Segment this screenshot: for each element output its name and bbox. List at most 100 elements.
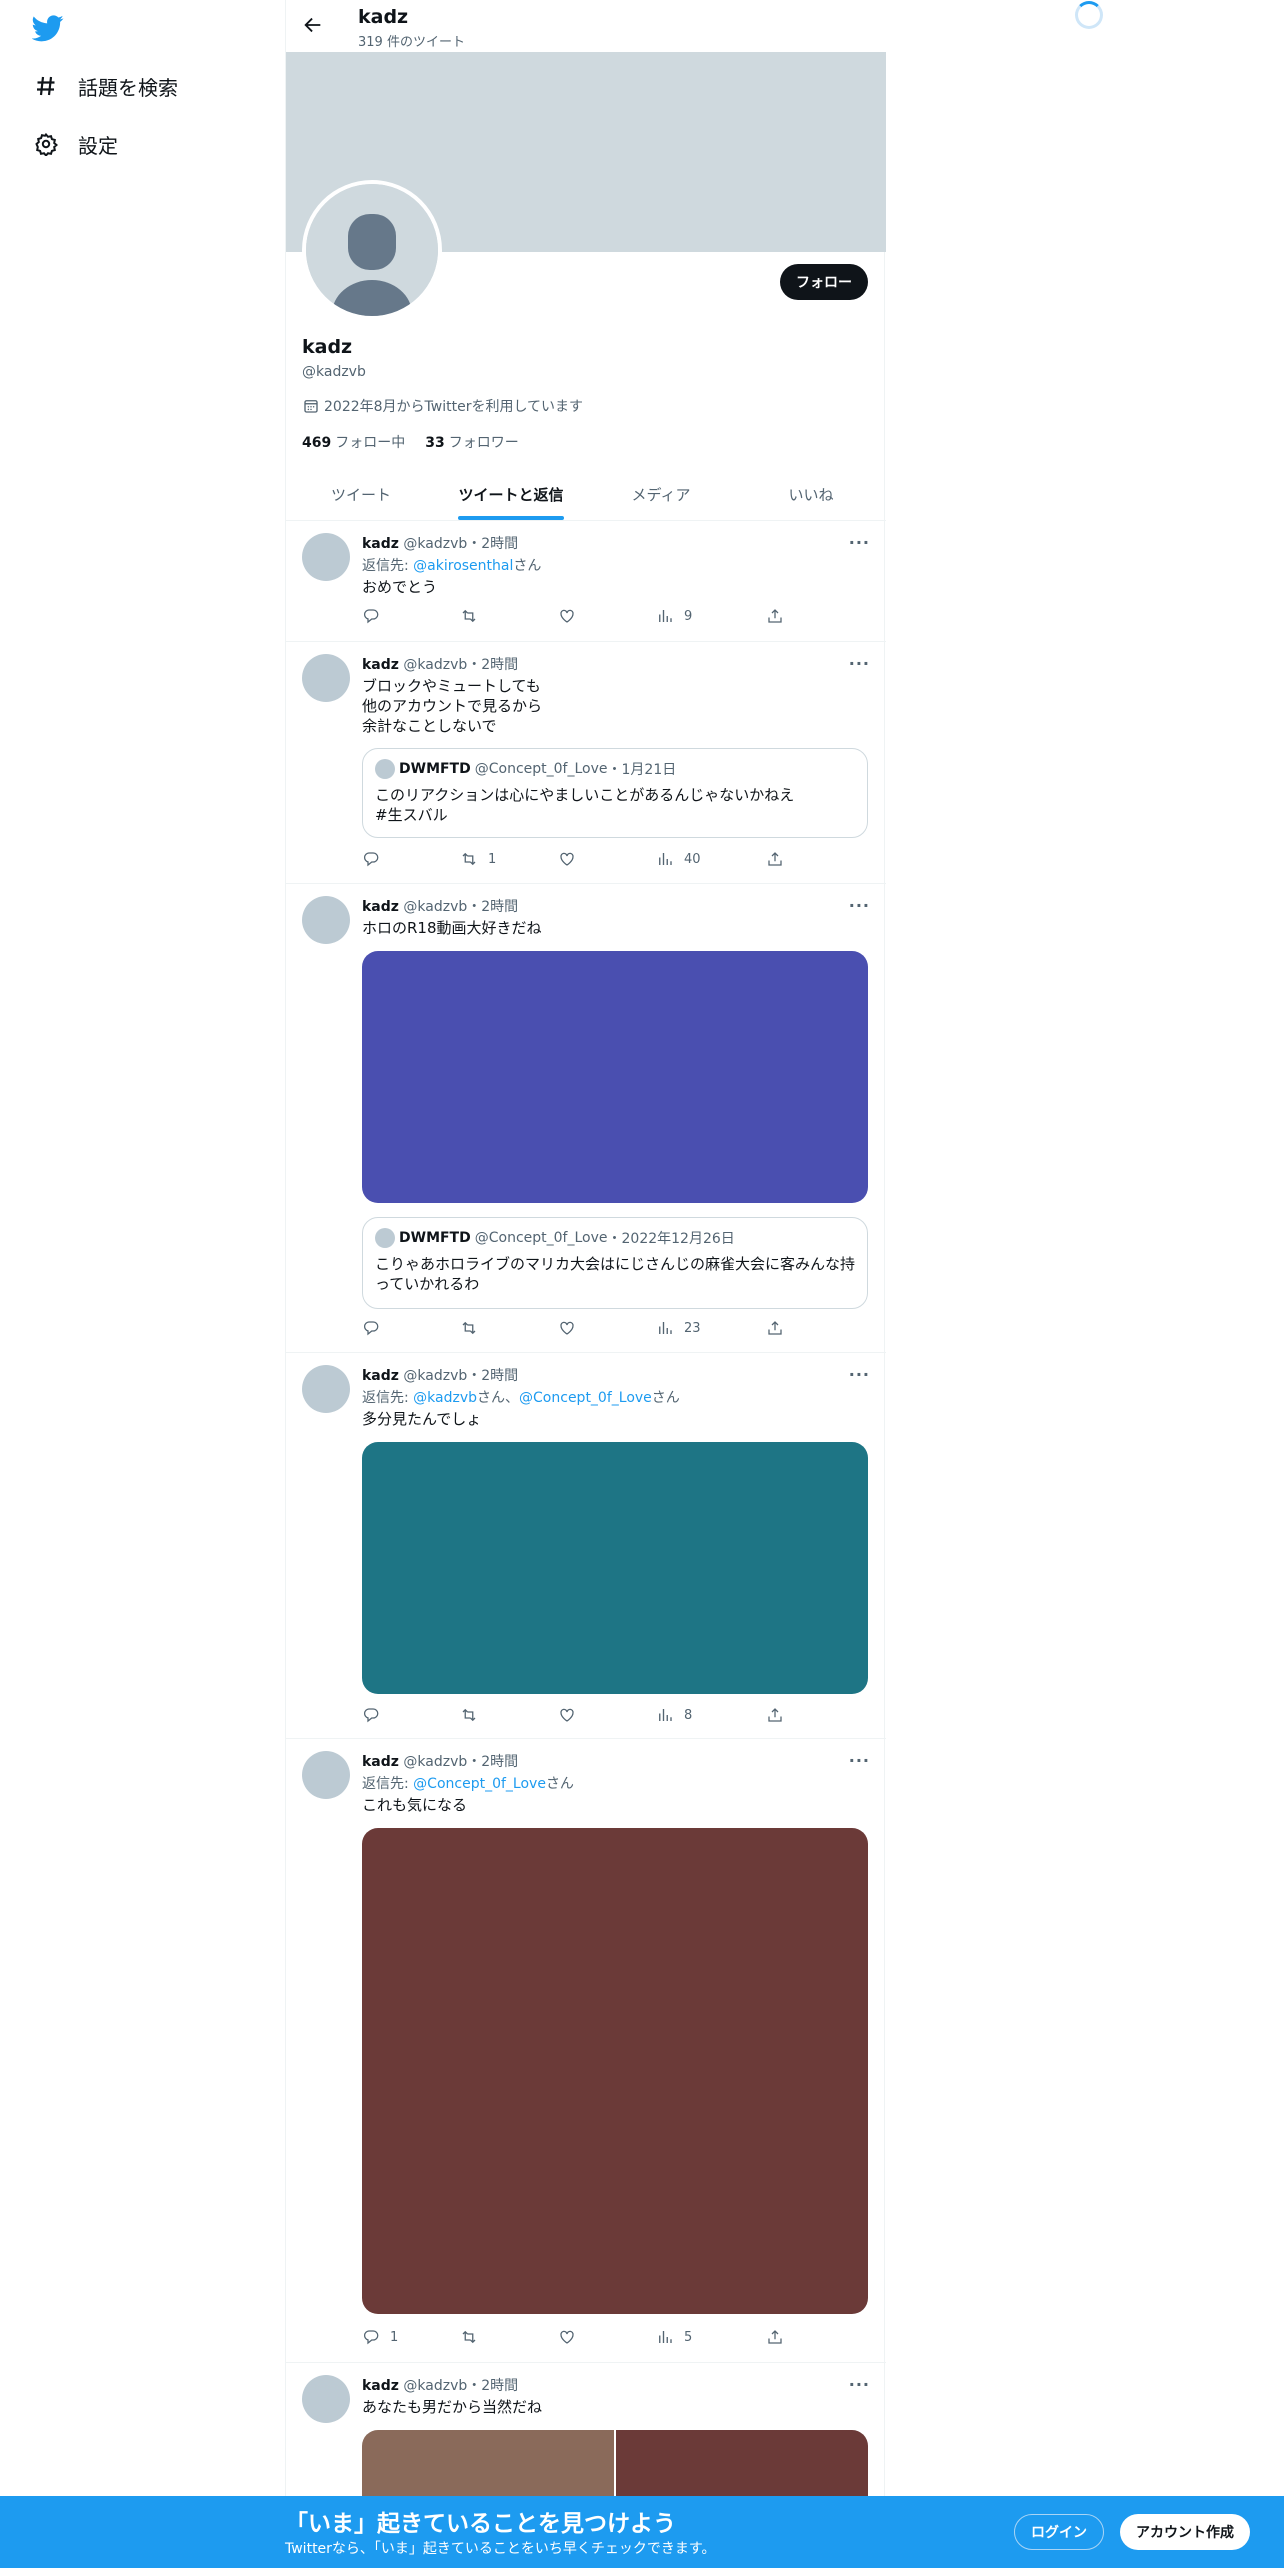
nav-settings[interactable]: 設定 bbox=[34, 124, 118, 164]
retweet-button[interactable] bbox=[460, 2328, 488, 2346]
share-button[interactable] bbox=[766, 607, 784, 625]
tweet-author-handle[interactable]: @kadzvb bbox=[403, 899, 467, 915]
tweet-time[interactable]: ・2時間 bbox=[467, 899, 518, 915]
views-button[interactable]: 40 bbox=[656, 850, 701, 868]
reply-icon bbox=[363, 852, 379, 867]
followers-link[interactable]: 33 フォロワー bbox=[425, 432, 518, 452]
tweet-author-name[interactable]: kadz bbox=[362, 899, 399, 915]
tweet-author-name[interactable]: kadz bbox=[362, 657, 399, 673]
tweet-time[interactable]: ・2時間 bbox=[467, 1368, 518, 1384]
views-button[interactable]: 23 bbox=[656, 1319, 701, 1337]
profile-avatar[interactable] bbox=[302, 180, 442, 320]
tab-tweets-and-replies[interactable]: ツイートと返信 bbox=[436, 468, 586, 520]
quote-header: DWMFTD @Concept_0f_Love ・2022年12月26日 bbox=[375, 1228, 735, 1248]
tweet-media[interactable] bbox=[362, 951, 868, 1203]
nav-explore[interactable]: 話題を検索 bbox=[34, 66, 178, 106]
signup-banner-title: 「いま」起きていることを見つけよう bbox=[285, 2511, 676, 2537]
tweet-author-handle[interactable]: @kadzvb bbox=[403, 1368, 467, 1384]
reply-button[interactable] bbox=[362, 1706, 390, 1724]
retweet-button[interactable] bbox=[460, 1706, 488, 1724]
more-icon[interactable]: ··· bbox=[849, 896, 870, 915]
tweet-actions: 9 bbox=[362, 607, 782, 627]
reply-button[interactable] bbox=[362, 607, 390, 625]
share-button[interactable] bbox=[766, 2328, 784, 2346]
tweet-item[interactable]: kadz @kadzvb・2時間 ··· ホロのR18動画大好きだね DWMFT… bbox=[286, 884, 886, 1353]
tweet-time[interactable]: ・2時間 bbox=[467, 536, 518, 552]
quote-tweet[interactable]: DWMFTD @Concept_0f_Love ・1月21日 このリアクションは心に… bbox=[362, 748, 868, 838]
share-icon bbox=[768, 852, 782, 866]
more-icon[interactable]: ··· bbox=[849, 1365, 870, 1384]
back-arrow-icon[interactable] bbox=[302, 14, 324, 36]
tab-likes[interactable]: いいね bbox=[736, 468, 886, 520]
tweet-avatar[interactable] bbox=[302, 654, 350, 702]
more-icon[interactable]: ··· bbox=[849, 2375, 870, 2394]
tweet-author-name[interactable]: kadz bbox=[362, 536, 399, 552]
tweet-item[interactable]: kadz @kadzvb・2時間 ··· 返信先: @kadzvbさん、@Con… bbox=[286, 1353, 886, 1739]
more-icon[interactable]: ··· bbox=[849, 533, 870, 552]
reply-button[interactable]: 1 bbox=[362, 2328, 398, 2346]
tweet-author-name[interactable]: kadz bbox=[362, 2378, 399, 2394]
like-icon bbox=[560, 1321, 574, 1335]
views-button[interactable]: 5 bbox=[656, 2328, 692, 2346]
tweet-avatar[interactable] bbox=[302, 1751, 350, 1799]
quote-author-handle: @Concept_0f_Love bbox=[474, 761, 608, 777]
follow-button[interactable]: フォロー bbox=[780, 264, 868, 300]
like-button[interactable] bbox=[558, 850, 586, 868]
tweet-author-handle[interactable]: @kadzvb bbox=[403, 657, 467, 673]
tweet-avatar[interactable] bbox=[302, 2375, 350, 2423]
tweet-item[interactable]: kadz @kadzvb・2時間 ··· 返信先: @Concept_0f_Lo… bbox=[286, 1739, 886, 2363]
quote-avatar bbox=[375, 1228, 395, 1248]
retweet-button[interactable]: 1 bbox=[460, 850, 496, 868]
like-button[interactable] bbox=[558, 1706, 586, 1724]
like-button[interactable] bbox=[558, 1319, 586, 1337]
tweet-author-handle[interactable]: @kadzvb bbox=[403, 1754, 467, 1770]
following-link[interactable]: 469 フォロー中 bbox=[302, 432, 405, 452]
profile-name: kadz bbox=[302, 336, 353, 358]
tweet-avatar[interactable] bbox=[302, 533, 350, 581]
reply-mention[interactable]: @Concept_0f_Love bbox=[413, 1776, 546, 1792]
share-button[interactable] bbox=[766, 850, 784, 868]
like-button[interactable] bbox=[558, 2328, 586, 2346]
share-icon bbox=[768, 1321, 782, 1335]
like-icon bbox=[560, 1708, 574, 1722]
tweet-header: kadz @kadzvb・2時間 bbox=[362, 1751, 518, 1771]
tweet-item[interactable]: kadz @kadzvb・2時間 ··· 返信先: @akirosenthalさ… bbox=[286, 521, 886, 642]
tweet-media[interactable] bbox=[362, 1828, 868, 2314]
tweet-author-handle[interactable]: @kadzvb bbox=[403, 536, 467, 552]
profile-handle: @kadzvb bbox=[302, 364, 366, 380]
tweet-avatar[interactable] bbox=[302, 896, 350, 944]
tweet-time[interactable]: ・2時間 bbox=[467, 1754, 518, 1770]
quote-tweet[interactable]: DWMFTD @Concept_0f_Love ・2022年12月26日 こりゃあホ… bbox=[362, 1217, 868, 1309]
tweet-author-handle[interactable]: @kadzvb bbox=[403, 2378, 467, 2394]
share-button[interactable] bbox=[766, 1706, 784, 1724]
tab-tweets[interactable]: ツイート bbox=[286, 468, 436, 520]
tab-media[interactable]: メディア bbox=[586, 468, 736, 520]
more-icon[interactable]: ··· bbox=[849, 1751, 870, 1770]
reply-icon bbox=[363, 1321, 379, 1336]
tweet-media[interactable] bbox=[362, 1442, 868, 1694]
reply-mention[interactable]: @Concept_0f_Love bbox=[519, 1390, 652, 1406]
login-button[interactable]: ログイン bbox=[1014, 2514, 1104, 2550]
tweet-time[interactable]: ・2時間 bbox=[467, 2378, 518, 2394]
tweet-time[interactable]: ・2時間 bbox=[467, 657, 518, 673]
reply-mention[interactable]: @akirosenthal bbox=[413, 558, 513, 574]
reply-button[interactable] bbox=[362, 1319, 390, 1337]
reply-button[interactable] bbox=[362, 850, 390, 868]
retweet-button[interactable] bbox=[460, 607, 488, 625]
share-button[interactable] bbox=[766, 1319, 784, 1337]
retweet-button[interactable] bbox=[460, 1319, 488, 1337]
views-button[interactable]: 8 bbox=[656, 1706, 692, 1724]
tweet-author-name[interactable]: kadz bbox=[362, 1368, 399, 1384]
tweet-author-name[interactable]: kadz bbox=[362, 1754, 399, 1770]
more-icon[interactable]: ··· bbox=[849, 654, 870, 673]
views-button[interactable]: 9 bbox=[656, 607, 692, 625]
tweet-item[interactable]: kadz @kadzvb・2時間 ··· ブロックやミュートしても 他のアカウン… bbox=[286, 642, 886, 884]
profile-header: kadz 319 件のツイート bbox=[286, 0, 886, 52]
quote-author-name: DWMFTD bbox=[399, 1230, 471, 1246]
twitter-bird-icon[interactable] bbox=[32, 12, 64, 44]
reply-count: 1 bbox=[390, 2329, 399, 2345]
like-button[interactable] bbox=[558, 607, 586, 625]
signup-button[interactable]: アカウント作成 bbox=[1120, 2514, 1250, 2550]
reply-mention[interactable]: @kadzvb bbox=[413, 1390, 477, 1406]
tweet-avatar[interactable] bbox=[302, 1365, 350, 1413]
